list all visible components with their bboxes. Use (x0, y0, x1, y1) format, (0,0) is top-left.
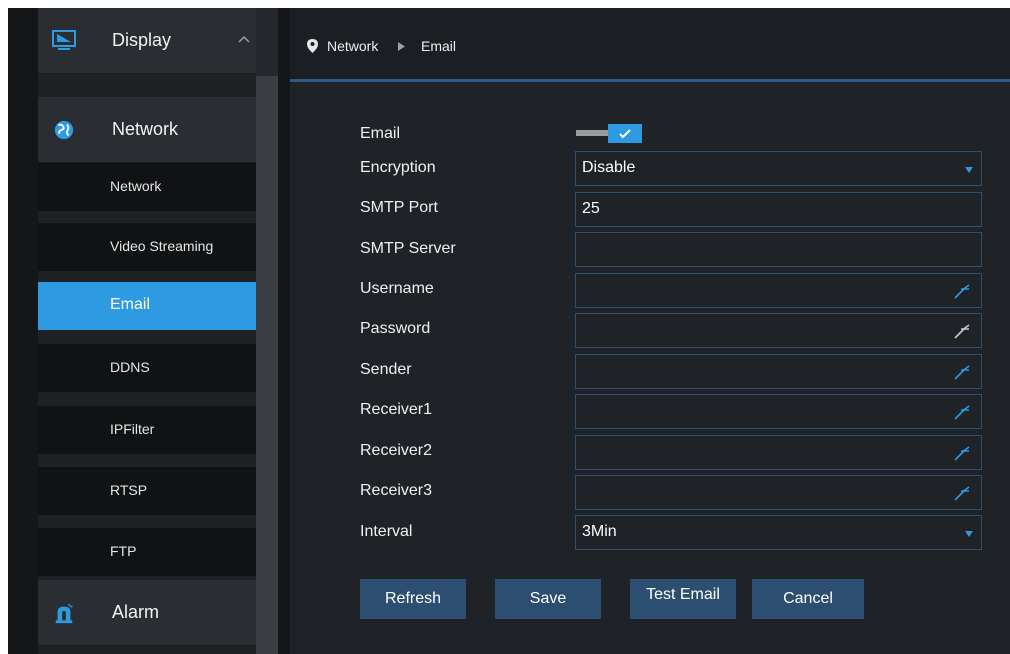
sidebar: Display Network Network Video Streaming … (38, 8, 256, 654)
encryption-select[interactable]: Disable (575, 151, 982, 186)
sidebar-item-label: FTP (110, 543, 137, 559)
sidebar-category-display[interactable]: Display (38, 8, 256, 74)
monitor-icon (52, 30, 76, 50)
breadcrumb: Network Email (290, 8, 1010, 82)
check-icon (619, 129, 631, 139)
receiver3-input[interactable] (575, 475, 982, 510)
breadcrumb-arrow-icon (398, 42, 405, 51)
smtp-port-input[interactable]: 25 (575, 192, 982, 227)
sender-label: Sender (360, 361, 412, 378)
interval-value: 3Min (582, 523, 617, 540)
sidebar-item-label: Video Streaming (110, 238, 214, 254)
separator (278, 8, 290, 654)
sidebar-category-label: Network (112, 119, 179, 139)
scrollbar-thumb[interactable] (256, 76, 278, 654)
interval-select[interactable]: 3Min (575, 515, 982, 550)
email-label: Email (360, 125, 401, 142)
key-icon[interactable] (953, 484, 973, 502)
username-label: Username (360, 280, 434, 297)
sidebar-item-network[interactable]: Network (38, 163, 256, 211)
receiver3-label: Receiver3 (360, 482, 433, 499)
sidebar-item-rtsp[interactable]: RTSP (38, 467, 256, 515)
sidebar-item-ftp[interactable]: FTP (38, 528, 256, 576)
encryption-label: Encryption (360, 159, 436, 176)
username-input[interactable] (575, 273, 982, 308)
smtp-server-label: SMTP Server (360, 240, 456, 257)
smtp-server-input[interactable] (575, 232, 982, 267)
receiver2-input[interactable] (575, 435, 982, 470)
sidebar-item-email[interactable]: Email (38, 282, 256, 330)
key-icon[interactable] (953, 322, 973, 340)
password-input[interactable] (575, 313, 982, 348)
dropdown-icon (965, 167, 973, 173)
sidebar-item-label: DDNS (110, 359, 150, 375)
toggle-track (576, 130, 610, 136)
receiver2-label: Receiver2 (360, 442, 433, 459)
sidebar-item-label: Network (110, 178, 162, 194)
interval-label: Interval (360, 523, 413, 540)
key-icon[interactable] (953, 282, 973, 300)
smtp-port-value: 25 (582, 200, 600, 217)
test-email-button[interactable]: Test Email (630, 579, 736, 619)
email-toggle[interactable] (576, 124, 642, 144)
key-icon[interactable] (953, 403, 973, 421)
location-pin-icon (307, 39, 318, 53)
sidebar-item-label: RTSP (110, 482, 148, 498)
sidebar-item-label: IPFilter (110, 421, 155, 437)
smtp-port-label: SMTP Port (360, 199, 438, 216)
sidebar-category-label: Display (112, 30, 172, 50)
sidebar-item-label: Email (110, 296, 151, 313)
save-button[interactable]: Save (495, 579, 601, 619)
toggle-knob (608, 124, 642, 143)
receiver1-input[interactable] (575, 394, 982, 429)
breadcrumb-section[interactable]: Network (327, 38, 378, 54)
left-edge (8, 8, 38, 654)
sidebar-item-ipfilter[interactable]: IPFilter (38, 406, 256, 454)
sidebar-item-ddns[interactable]: DDNS (38, 344, 256, 392)
sidebar-item-video-streaming[interactable]: Video Streaming (38, 223, 256, 271)
app-window: Display Network Network Video Streaming … (8, 8, 1010, 654)
sidebar-scrollbar[interactable] (256, 8, 278, 654)
sidebar-category-alarm[interactable]: Alarm (38, 580, 256, 646)
main-panel: Network Email Email Encryption Disable S… (290, 8, 1010, 654)
breadcrumb-page: Email (421, 38, 457, 54)
sidebar-category-label: Alarm (112, 602, 160, 622)
chevron-up-icon[interactable] (238, 34, 250, 44)
key-icon[interactable] (953, 444, 973, 462)
refresh-button[interactable]: Refresh (360, 579, 466, 619)
sender-input[interactable] (575, 354, 982, 389)
cancel-button[interactable]: Cancel (752, 579, 864, 619)
dropdown-icon (965, 531, 973, 537)
alarm-bell-icon (55, 603, 73, 624)
receiver1-label: Receiver1 (360, 401, 433, 418)
key-icon[interactable] (953, 363, 973, 381)
breadcrumb-underline (290, 79, 1010, 82)
encryption-value: Disable (582, 159, 636, 176)
globe-icon (54, 120, 74, 140)
sidebar-category-network[interactable]: Network (38, 97, 256, 163)
password-label: Password (360, 320, 431, 337)
